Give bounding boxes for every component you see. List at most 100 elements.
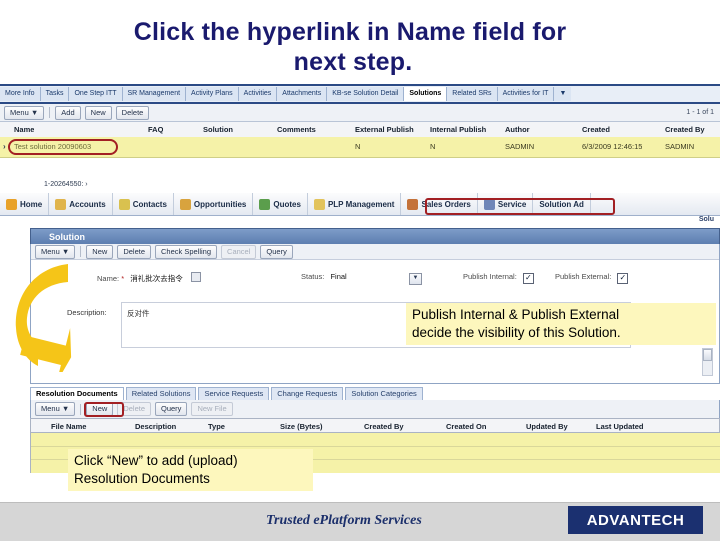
nav-label-opportunities: Opportunities: [193, 199, 247, 209]
quotes-icon: [259, 198, 271, 210]
name-field-picker-icon[interactable]: [190, 272, 201, 282]
cell-external-publish: N: [355, 142, 361, 151]
documents-menu-button[interactable]: Menu ▼: [35, 402, 76, 416]
list-menu-label: Menu: [10, 107, 29, 117]
advantech-logo: ADVANTECH: [568, 506, 703, 534]
status-dropdown[interactable]: ▼: [409, 271, 422, 285]
list-menu-button[interactable]: Menu ▼: [4, 105, 45, 120]
nav-label-contacts: Contacts: [132, 199, 167, 209]
subtab-change-requests[interactable]: Change Requests: [271, 387, 344, 400]
documents-query-button[interactable]: Query: [155, 402, 188, 416]
documents-toolbar: Menu ▼ New Delete Query New File: [30, 400, 720, 418]
page-title-line-1: Click the hyperlink in Name field for: [133, 18, 567, 46]
row-selector-icon[interactable]: ›: [3, 137, 6, 157]
column-header-name[interactable]: Name: [14, 122, 34, 137]
nav-item-home[interactable]: Home: [0, 193, 50, 215]
chevron-down-icon[interactable]: ▼: [554, 87, 572, 101]
tab-more-info[interactable]: More Info: [0, 87, 41, 101]
footer-tagline-part2: Platform Services: [319, 513, 422, 528]
form-query-button[interactable]: Query: [260, 244, 293, 259]
name-field-label: Name:: [97, 274, 120, 283]
nav-item-quotes[interactable]: Quotes: [253, 193, 308, 215]
contacts-icon: [118, 198, 130, 210]
tab-activity-plans[interactable]: Activity Plans: [186, 87, 239, 101]
status-field-label: Status:: [301, 272, 325, 281]
doc-column-header-type[interactable]: Type: [208, 419, 225, 434]
form-check-spelling-button[interactable]: Check Spelling: [155, 244, 218, 259]
solution-name-link[interactable]: Test solution 20090603: [14, 139, 91, 155]
documents-menu-label: Menu: [41, 404, 60, 413]
status-field-row: Status: Final: [301, 272, 347, 281]
delete-button[interactable]: Delete: [115, 105, 150, 120]
tab-tasks[interactable]: Tasks: [40, 87, 70, 101]
doc-column-header-file-name[interactable]: File Name: [51, 419, 86, 434]
tab-related-srs[interactable]: Related SRs: [447, 87, 498, 101]
doc-column-header-last-updated[interactable]: Last Updated: [596, 419, 644, 434]
documents-new-file-button: New File: [191, 402, 233, 416]
form-delete-button[interactable]: Delete: [117, 244, 151, 259]
form-new-button[interactable]: New: [86, 244, 114, 259]
form-menu-label: Menu: [41, 246, 60, 256]
tab-activities-for-it[interactable]: Activities for IT: [497, 87, 555, 101]
tab-sr-management[interactable]: SR Management: [122, 87, 187, 101]
highlight-box-new-button: [84, 402, 124, 417]
toolbar-separator: [49, 107, 51, 118]
footer-tagline-part1: Trusted e: [266, 513, 320, 528]
tab-solutions[interactable]: Solutions: [404, 87, 448, 101]
status-field-value[interactable]: Final: [330, 272, 346, 281]
description-field-value[interactable]: 反对件: [127, 308, 150, 319]
publish-external-label: Publish External:: [555, 272, 612, 281]
tab-one-step-itt[interactable]: One Step ITT: [69, 87, 123, 101]
breadcrumb-separator-icon: ›: [85, 181, 88, 188]
doc-column-header-updated-by[interactable]: Updated By: [526, 419, 568, 434]
doc-column-header-created-by[interactable]: Created By: [364, 419, 404, 434]
chevron-down-icon[interactable]: ▼: [409, 273, 422, 285]
highlight-box-publish-fields: [425, 198, 615, 215]
doc-column-header-size[interactable]: Size (Bytes): [280, 419, 323, 434]
tab-activities[interactable]: Activities: [238, 87, 278, 101]
nav-item-accounts[interactable]: Accounts: [49, 193, 113, 215]
home-icon: [6, 198, 17, 210]
doc-column-header-created-on[interactable]: Created On: [446, 419, 486, 434]
tab-attachments[interactable]: Attachments: [277, 87, 328, 101]
table-row[interactable]: N N SADMIN 6/3/2009 12:46:15 SADMIN: [0, 137, 720, 158]
nav-label-plp-management: PLP Management: [327, 199, 395, 209]
column-header-external-publish[interactable]: External Publish: [355, 122, 414, 137]
column-header-internal-publish[interactable]: Internal Publish: [430, 122, 486, 137]
description-scrollbar-thumb[interactable]: [703, 349, 712, 361]
add-button[interactable]: Add: [55, 105, 81, 120]
publish-internal-checkbox[interactable]: ✓: [522, 273, 534, 284]
nav-item-contacts[interactable]: Contacts: [113, 193, 174, 215]
subtab-solution-categories[interactable]: Solution Categories: [345, 387, 423, 400]
subtab-related-solutions[interactable]: Related Solutions: [125, 387, 197, 400]
subtab-resolution-documents[interactable]: Resolution Documents: [30, 387, 124, 400]
column-header-comments[interactable]: Comments: [277, 122, 316, 137]
column-header-created-by[interactable]: Created By: [665, 122, 705, 137]
callout-click-new: Click “New” to add (upload) Resolution D…: [68, 449, 313, 491]
column-header-author[interactable]: Author: [505, 122, 530, 137]
nav-label-accounts: Accounts: [69, 199, 106, 209]
sub-navigation-label[interactable]: Solu: [699, 214, 714, 226]
form-menu-button[interactable]: Menu ▼: [35, 244, 76, 259]
documents-menu-caret-icon: ▼: [61, 404, 70, 413]
callout-publish-visibility: Publish Internal & Publish External deci…: [406, 303, 716, 345]
nav-item-opportunities[interactable]: Opportunities: [174, 193, 254, 215]
column-header-created[interactable]: Created: [582, 122, 610, 137]
application-screenshot: More Info Tasks One Step ITT SR Manageme…: [0, 86, 720, 502]
page-title: Click the hyperlink in Name field for ne…: [0, 18, 700, 77]
publish-external-checkbox[interactable]: ✓: [617, 273, 629, 284]
nav-label-quotes: Quotes: [273, 199, 301, 209]
doc-column-header-description[interactable]: Description: [135, 419, 176, 434]
nav-item-plp-management[interactable]: PLP Management: [308, 193, 402, 215]
new-button[interactable]: New: [84, 105, 112, 120]
name-field-value[interactable]: 消礼批次去指令: [130, 274, 183, 283]
tab-kb-solution-detail[interactable]: KB-se Solution Detail: [327, 87, 405, 101]
solution-form-title: Solution: [49, 232, 85, 242]
accounts-icon: [55, 198, 67, 210]
subtab-service-requests[interactable]: Service Requests: [198, 387, 270, 400]
column-header-solution[interactable]: Solution: [203, 122, 233, 137]
form-toolbar-separator: [80, 246, 82, 257]
breadcrumb[interactable]: 1-20264550: ›: [44, 178, 88, 192]
column-header-faq[interactable]: FAQ: [148, 122, 163, 137]
name-field-row: Name: * 消礼批次去指令: [97, 272, 201, 284]
